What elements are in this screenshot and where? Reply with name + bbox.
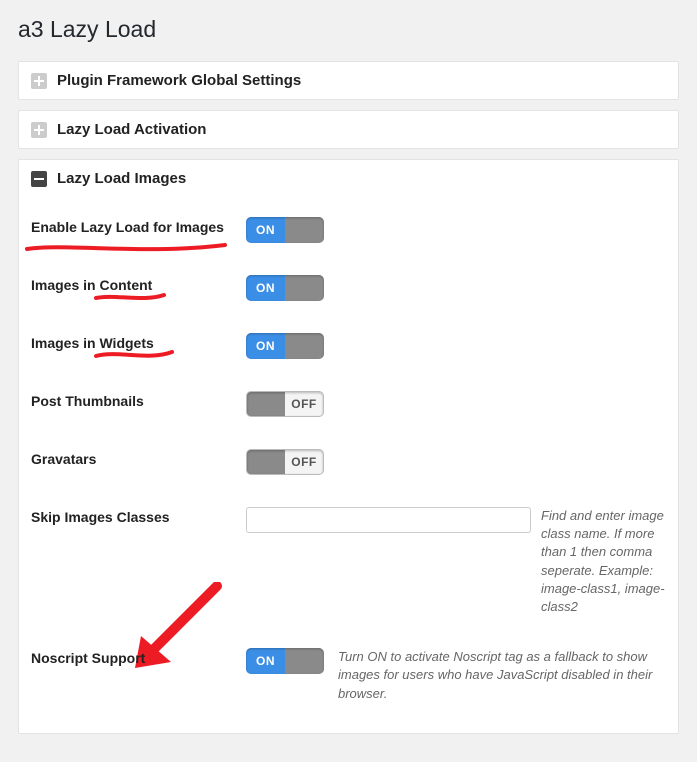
toggle-on-label: ON: [246, 217, 285, 243]
panel-title: Lazy Load Activation: [57, 121, 206, 138]
desc-skip-images-classes: Find and enter image class name. If more…: [541, 507, 666, 616]
panel-head-images[interactable]: Lazy Load Images: [19, 160, 678, 197]
expand-icon: [31, 122, 47, 138]
toggle-off-label: OFF: [285, 450, 323, 474]
toggle-off-label: OFF: [285, 392, 323, 416]
panel-lazy-load-activation: Lazy Load Activation: [18, 110, 679, 149]
row-skip-images-classes: Skip Images Classes Find and enter image…: [19, 491, 678, 632]
toggle-noscript-support[interactable]: ON: [246, 648, 324, 674]
label-enable-lazy-load: Enable Lazy Load for Images: [31, 217, 246, 235]
toggle-images-in-widgets[interactable]: ON: [246, 333, 324, 359]
panel-head-activation[interactable]: Lazy Load Activation: [19, 111, 678, 148]
panel-title: Lazy Load Images: [57, 170, 186, 187]
label-skip-images-classes: Skip Images Classes: [31, 507, 246, 525]
desc-noscript-support: Turn ON to activate Noscript tag as a fa…: [338, 648, 666, 703]
panel-body-images: Enable Lazy Load for Images ON Images in…: [19, 197, 678, 733]
row-noscript-support: Noscript Support ON Turn ON to activate …: [19, 632, 678, 719]
label-images-in-content: Images in Content: [31, 275, 246, 293]
toggle-on-label: ON: [246, 275, 285, 301]
panel-head-plugin-framework[interactable]: Plugin Framework Global Settings: [19, 62, 678, 99]
label-gravatars: Gravatars: [31, 449, 246, 467]
expand-icon: [31, 73, 47, 89]
label-images-in-widgets: Images in Widgets: [31, 333, 246, 351]
toggle-knob: [285, 217, 324, 243]
label-post-thumbnails: Post Thumbnails: [31, 391, 246, 409]
toggle-enable-lazy-load[interactable]: ON: [246, 217, 324, 243]
row-images-in-widgets: Images in Widgets ON: [19, 317, 678, 375]
toggle-images-in-content[interactable]: ON: [246, 275, 324, 301]
toggle-post-thumbnails[interactable]: OFF: [246, 391, 324, 417]
toggle-gravatars[interactable]: OFF: [246, 449, 324, 475]
input-skip-images-classes[interactable]: [246, 507, 531, 533]
label-noscript-support: Noscript Support: [31, 648, 246, 666]
toggle-knob: [247, 392, 285, 416]
page-title: a3 Lazy Load: [18, 16, 679, 43]
panel-title: Plugin Framework Global Settings: [57, 72, 301, 89]
toggle-knob: [285, 333, 324, 359]
panel-plugin-framework: Plugin Framework Global Settings: [18, 61, 679, 100]
toggle-on-label: ON: [246, 648, 285, 674]
toggle-on-label: ON: [246, 333, 285, 359]
collapse-icon: [31, 171, 47, 187]
toggle-knob: [285, 648, 324, 674]
panel-lazy-load-images: Lazy Load Images Enable Lazy Load for Im…: [18, 159, 679, 734]
row-gravatars: Gravatars OFF: [19, 433, 678, 491]
row-enable-lazy-load: Enable Lazy Load for Images ON: [19, 201, 678, 259]
toggle-knob: [285, 275, 324, 301]
toggle-knob: [247, 450, 285, 474]
row-images-in-content: Images in Content ON: [19, 259, 678, 317]
row-post-thumbnails: Post Thumbnails OFF: [19, 375, 678, 433]
